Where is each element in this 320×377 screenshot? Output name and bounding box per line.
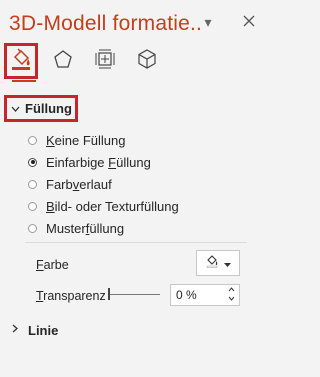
tab-3d-model[interactable] [130,43,164,79]
radio-label: Farbverlauf [46,176,112,192]
section-header-line[interactable]: Linie [12,320,58,340]
radio-no-fill[interactable]: Keine Füllung [28,130,126,150]
transparency-label: Transparenz [36,289,106,303]
section-header-fill[interactable]: Füllung [4,95,78,122]
radio-gradient-fill[interactable]: Farbverlauf [28,174,112,194]
spinner-arrows[interactable] [228,286,235,304]
radio-pattern-fill[interactable]: Musterfüllung [28,218,124,238]
transparency-spinbox[interactable]: 0 % [170,284,240,306]
fill-color-button[interactable] [196,250,240,276]
cube-icon [136,48,158,75]
chevron-down-icon [224,254,231,272]
chevron-down-icon[interactable] [228,295,235,304]
transparency-slider-track[interactable] [108,294,160,295]
section-label-line: Linie [28,322,59,338]
radio-button[interactable] [28,157,37,167]
radio-label: Bild- oder Texturfüllung [46,198,179,214]
format-tabs [4,43,184,83]
divider [25,242,247,243]
pentagon-icon [53,49,73,74]
tab-fill-and-line[interactable] [4,43,38,79]
color-label: Farbe [36,258,69,272]
tab-effects[interactable] [46,43,80,79]
chevron-down-icon[interactable]: ▾ [198,12,218,32]
radio-label: Musterfüllung [46,220,125,236]
transparency-slider-thumb[interactable] [108,288,110,300]
radio-button[interactable] [28,223,37,233]
section-label-fill: Füllung [25,101,72,116]
radio-solid-fill[interactable]: Einfarbige Füllung [28,152,151,172]
pane-title: 3D-Modell formatie.. [9,12,203,35]
chevron-down-icon [11,103,25,115]
close-icon[interactable] [239,12,259,32]
chevron-right-icon [12,324,28,336]
radio-label: Keine Füllung [46,132,126,148]
paint-bucket-icon [9,47,33,76]
radio-label: Einfarbige Füllung [46,154,151,170]
radio-button[interactable] [28,135,37,145]
paint-bucket-icon [205,254,219,273]
radio-picture-texture-fill[interactable]: Bild- oder Texturfüllung [28,196,179,216]
size-properties-icon [94,48,116,75]
radio-button[interactable] [28,179,37,189]
chevron-up-icon[interactable] [228,286,235,295]
tab-size-and-properties[interactable] [88,43,122,79]
transparency-value[interactable]: 0 % [176,288,197,302]
active-tab-indicator [12,80,36,82]
radio-button[interactable] [28,201,37,211]
